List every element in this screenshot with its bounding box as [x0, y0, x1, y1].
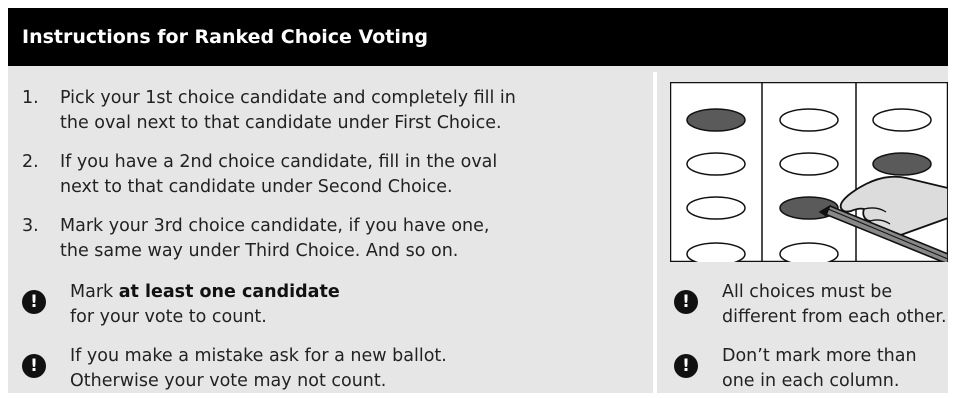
exclamation-icon: !	[22, 354, 46, 378]
step-text: If you have a 2nd choice candidate, fill…	[60, 150, 640, 200]
empty-oval	[779, 108, 839, 132]
step-number: 3.	[22, 216, 39, 236]
exclamation-icon: !	[22, 290, 46, 314]
step-line: Mark your 3rd choice candidate, if you h…	[60, 216, 490, 236]
warning-line: different from each other.	[722, 307, 947, 327]
warning-pre: Mark	[70, 282, 119, 302]
step-line: the oval next to that candidate under Fi…	[60, 113, 502, 133]
step-number: 2.	[22, 152, 39, 172]
warning-line: one in each column.	[722, 371, 900, 391]
empty-oval	[686, 196, 746, 220]
empty-oval	[872, 108, 932, 132]
page-title: Instructions for Ranked Choice Voting	[8, 8, 948, 66]
instructions-panel: Instructions for Ranked Choice Voting 1.…	[8, 8, 948, 393]
column-divider	[653, 72, 657, 393]
step-text: Mark your 3rd choice candidate, if you h…	[60, 214, 640, 264]
exclamation-icon: !	[674, 290, 698, 314]
step-line: Pick your 1st choice candidate and compl…	[60, 88, 516, 108]
warning-line: If you make a mistake ask for a new ball…	[70, 346, 447, 366]
warning-line: Otherwise your vote may not count.	[70, 371, 387, 391]
filled-oval	[686, 108, 746, 132]
warning-text: Don’t mark more than one in each column.	[722, 344, 942, 393]
ballot-svg	[670, 82, 948, 262]
step-line: the same way under Third Choice. And so …	[60, 241, 459, 261]
warning-text: If you make a mistake ask for a new ball…	[70, 344, 590, 393]
exclamation-icon: !	[674, 354, 698, 378]
warning-text: Mark at least one candidate for your vot…	[70, 280, 590, 330]
step-text: Pick your 1st choice candidate and compl…	[60, 86, 640, 136]
warning-line: Don’t mark more than	[722, 346, 917, 366]
empty-oval	[686, 152, 746, 176]
ballot-illustration	[670, 82, 948, 262]
step-number: 1.	[22, 88, 39, 108]
warning-line: All choices must be	[722, 282, 893, 302]
filled-oval	[872, 152, 932, 176]
warning-emphasis: at least one candidate	[118, 282, 340, 302]
step-line: next to that candidate under Second Choi…	[60, 177, 453, 197]
step-line: If you have a 2nd choice candidate, fill…	[60, 152, 498, 172]
empty-oval	[779, 152, 839, 176]
warning-text: All choices must be different from each …	[722, 280, 947, 330]
empty-oval	[686, 242, 746, 262]
empty-oval	[779, 242, 839, 262]
warning-line: Mark at least one candidate	[70, 280, 590, 305]
warning-line: for your vote to count.	[70, 307, 267, 327]
